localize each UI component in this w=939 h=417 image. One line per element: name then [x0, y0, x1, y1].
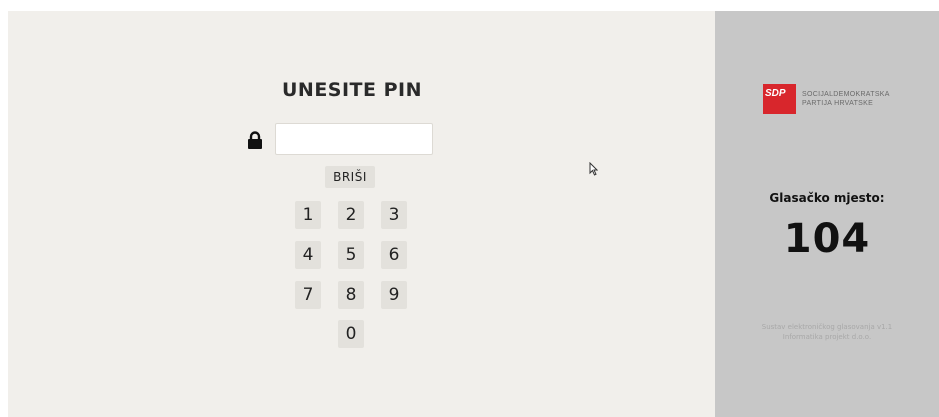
- mouse-pointer-icon: [589, 162, 598, 176]
- polling-station-label: Glasačko mjesto:: [769, 191, 885, 205]
- clear-button[interactable]: BRIŠI: [325, 166, 375, 188]
- key-9-button[interactable]: 9: [381, 281, 407, 309]
- info-sidebar: [715, 11, 939, 417]
- key-7-button[interactable]: 7: [295, 281, 321, 309]
- footer-line-1: Sustav elektroničkog glasovanja v1.1: [761, 323, 893, 331]
- polling-station-number: 104: [783, 216, 871, 262]
- key-1-button[interactable]: 1: [295, 201, 321, 229]
- lock-icon: [248, 131, 262, 149]
- page-title: UNESITE PIN: [281, 79, 422, 101]
- logo-mark: SDP: [763, 84, 796, 114]
- footer-line-2: Informatika projekt d.o.o.: [782, 333, 872, 341]
- logo-text: SOCIJALDEMOKRATSKA PARTIJA HRVATSKE: [802, 90, 890, 108]
- key-6-button[interactable]: 6: [381, 241, 407, 269]
- party-logo: SDP SOCIJALDEMOKRATSKA PARTIJA HRVATSKE: [763, 84, 890, 114]
- logo-line-1: SOCIJALDEMOKRATSKA: [802, 91, 890, 98]
- footer-info: Sustav elektroničkog glasovanja v1.1 Inf…: [715, 322, 939, 342]
- logo-line-2: PARTIJA HRVATSKE: [802, 100, 874, 107]
- pin-input[interactable]: [275, 123, 433, 155]
- key-5-button[interactable]: 5: [338, 241, 364, 269]
- logo-mark-text: SDP: [765, 88, 786, 99]
- key-0-button[interactable]: 0: [338, 320, 364, 348]
- key-4-button[interactable]: 4: [295, 241, 321, 269]
- key-8-button[interactable]: 8: [338, 281, 364, 309]
- key-3-button[interactable]: 3: [381, 201, 407, 229]
- key-2-button[interactable]: 2: [338, 201, 364, 229]
